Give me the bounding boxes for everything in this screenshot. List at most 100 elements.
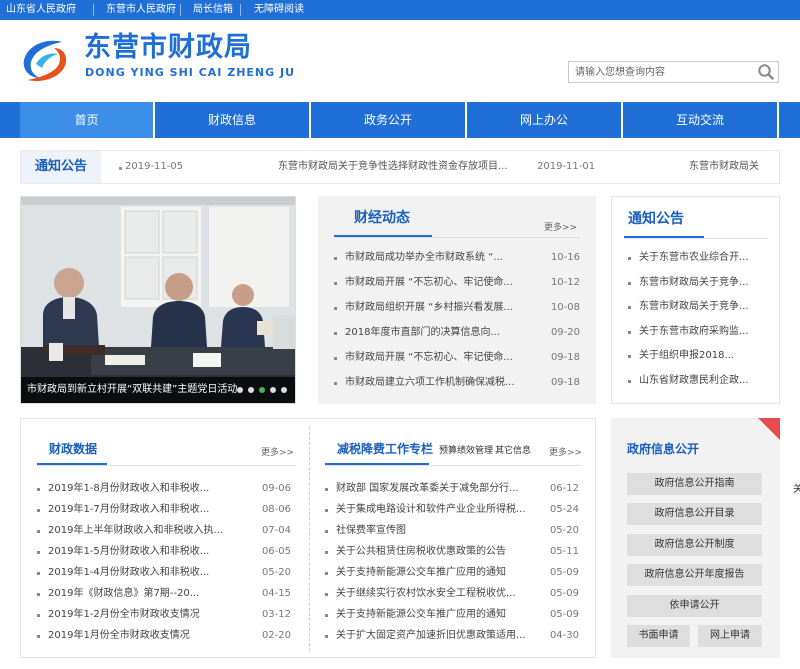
list-item[interactable]: 社保费率宣传图 05-20: [325, 521, 579, 541]
list-item-title[interactable]: 市财政局组织开展 “乡村振兴看发展...: [345, 298, 513, 318]
list-item-title[interactable]: 关于公共租赁住房税收优惠政策的公告: [336, 542, 506, 562]
tab-other-info[interactable]: 其它信息: [495, 445, 531, 457]
gov-info-system-button[interactable]: 政府信息公开制度: [627, 534, 762, 556]
tax-column-title[interactable]: 减税降费工作专栏: [337, 440, 433, 458]
finance-data-title[interactable]: 财政数据: [49, 440, 97, 458]
more-link[interactable]: 更多>>: [544, 222, 577, 234]
link-accessibility[interactable]: 无障碍阅读: [254, 3, 304, 17]
link-director-mailbox[interactable]: 局长信箱: [193, 3, 233, 17]
list-item-title[interactable]: 市财政局建立六项工作机制确保减税...: [345, 373, 515, 393]
ticker-item-link[interactable]: 东营市财政局关: [689, 160, 759, 174]
list-item[interactable]: 关于公共租赁住房税收优惠政策的公告 05-11: [325, 542, 579, 562]
list-item[interactable]: 2018年度市直部门的决算信息向... 09-20: [334, 323, 580, 343]
list-item[interactable]: 山东省财政惠民利企政...: [628, 371, 768, 391]
list-item-title[interactable]: 东营市财政局关于竞争...: [639, 273, 749, 293]
nav-item-finance-info[interactable]: 财政信息: [155, 102, 309, 138]
list-item-title[interactable]: 2019年1-8月份财政收入和非税收...: [48, 479, 209, 499]
gov-info-title[interactable]: 政府信息公开: [627, 440, 699, 458]
list-item[interactable]: 关于支持新能源公交车推广应用的通知 05-09: [325, 605, 579, 625]
list-item-title[interactable]: 社保费率宣传图: [336, 521, 406, 541]
list-item[interactable]: 2019年1月份全市财政收支情况 02-20: [37, 626, 291, 646]
bullet-icon: [334, 282, 337, 285]
list-item-title[interactable]: 2019年1-4月份财政收入和非税收...: [48, 563, 209, 583]
list-item-title[interactable]: 2019年1-2月份全市财政收支情况: [48, 605, 200, 625]
list-item-title[interactable]: 2019年《财政信息》第7期--20...: [48, 584, 199, 604]
gov-info-annual-report-button[interactable]: 政府信息公开年度报告: [627, 564, 762, 586]
list-item-title[interactable]: 东营市财政局关于竞争...: [639, 297, 749, 317]
list-item[interactable]: 关于继续实行农村饮水安全工程税收优... 05-09: [325, 584, 579, 604]
search-icon[interactable]: [756, 63, 776, 81]
list-item-title[interactable]: 2019年1-7月份财政收入和非税收...: [48, 500, 209, 520]
ticker-item-link[interactable]: 东营市财政局关于竞争性选择财政性资金存放项目...: [278, 160, 508, 174]
list-item-title[interactable]: 关于扩大固定资产加速折旧优惠政策适用...: [336, 626, 526, 646]
list-item-title[interactable]: 山东省财政惠民利企政...: [639, 371, 749, 391]
search-input[interactable]: [569, 62, 753, 82]
list-item-title[interactable]: 2019年上半年财政收入和非税收入执...: [48, 521, 223, 541]
list-item[interactable]: 2019年《财政信息》第7期--20... 04-15: [37, 584, 291, 604]
news-photo-carousel[interactable]: 市财政局到新立村开展“双联共建”主题党日活动: [20, 196, 296, 404]
more-link[interactable]: 更多>>: [261, 447, 294, 459]
list-item-title[interactable]: 关于组织申报2018...: [639, 346, 734, 366]
list-item[interactable]: 东营市财政局关于竞争...: [628, 273, 768, 293]
nav-item-home[interactable]: 首页: [20, 102, 153, 138]
apply-disclosure-button[interactable]: 依申请公开: [627, 595, 762, 617]
list-item[interactable]: 市财政局成功举办全市财政系统 “... 10-16: [334, 248, 580, 268]
list-item-title[interactable]: 关于东营市政府采购监...: [639, 322, 749, 342]
link-dongying-gov[interactable]: 东营市人民政府: [106, 3, 176, 17]
list-item-title[interactable]: 市财政局成功举办全市财政系统 “...: [345, 248, 503, 268]
list-item[interactable]: 2019年1-4月份财政收入和非税收... 05-20: [37, 563, 291, 583]
slide-dot[interactable]: [237, 387, 243, 393]
list-item-title[interactable]: 2019年1-5月份财政收入和非税收...: [48, 542, 209, 562]
more-link[interactable]: 更多>>: [549, 447, 582, 459]
nav-item-government-affairs[interactable]: 政务公开: [311, 102, 465, 138]
list-item-title[interactable]: 关于继续实行农村饮水安全工程税收优...: [336, 584, 516, 604]
list-item[interactable]: 财政部 国家发展改革委关于减免部分行... 06-12: [325, 479, 579, 499]
nav-item-interaction[interactable]: 互动交流: [623, 102, 777, 138]
nav-item-online-office[interactable]: 网上办公: [467, 102, 621, 138]
list-item[interactable]: 2019年上半年财政收入和非税收入执... 07-04: [37, 521, 291, 541]
slide-dot-active[interactable]: [259, 387, 265, 393]
list-item[interactable]: 市财政局开展 “不忘初心、牢记使命... 10-12: [334, 273, 580, 293]
link-shandong-gov[interactable]: 山东省人民政府: [6, 3, 76, 17]
list-item[interactable]: 关于扩大固定资产加速折旧优惠政策适用... 04-30: [325, 626, 579, 646]
list-item-title[interactable]: 关于东营市农业综合开...: [639, 248, 749, 268]
bullet-icon: [37, 593, 40, 596]
list-item[interactable]: 关于东营市农业综合开...: [628, 248, 768, 268]
bureau-logo-icon[interactable]: [18, 36, 70, 84]
list-item-title[interactable]: 关于支持新能源公交车推广应用的通知: [336, 563, 506, 583]
list-item-date: 05-11: [549, 546, 579, 557]
meeting-photo[interactable]: [21, 197, 296, 404]
notice-panel-title[interactable]: 通知公告: [628, 210, 684, 228]
list-item-title[interactable]: 关于集成电路设计和软件产业企业所得税...: [336, 500, 526, 520]
tab-budget-performance[interactable]: 预算绩效管理: [439, 445, 493, 457]
list-item[interactable]: 市财政局组织开展 “乡村振兴看发展... 10-08: [334, 298, 580, 318]
slide-dot[interactable]: [281, 387, 287, 393]
list-item[interactable]: 关于组织申报2018...: [628, 346, 768, 366]
list-item[interactable]: 2019年1-5月份财政收入和非税收... 06-05: [37, 542, 291, 562]
list-item[interactable]: 关于集成电路设计和软件产业企业所得税... 05-24: [325, 500, 579, 520]
slide-dot[interactable]: [270, 387, 276, 393]
list-item[interactable]: 2019年1-7月份财政收入和非税收... 08-06: [37, 500, 291, 520]
slide-dot[interactable]: [248, 387, 254, 393]
site-title[interactable]: 东营市财政局: [84, 31, 252, 65]
list-item[interactable]: 关于支持新能源公交车推广应用的通知 05-09: [325, 563, 579, 583]
list-item-title[interactable]: 2018年度市直部门的决算信息向...: [345, 323, 500, 343]
list-item-title[interactable]: 市财政局开展 “不忘初心、牢记使命...: [345, 348, 513, 368]
photo-caption[interactable]: 市财政局到新立村开展“双联共建”主题党日活动: [27, 383, 237, 397]
floating-sidebar-text[interactable]: 关: [793, 484, 800, 496]
list-item[interactable]: 市财政局开展 “不忘初心、牢记使命... 09-18: [334, 348, 580, 368]
list-item[interactable]: 市财政局建立六项工作机制确保减税... 09-18: [334, 373, 580, 393]
list-item[interactable]: 关于东营市政府采购监...: [628, 322, 768, 342]
finance-news-title[interactable]: 财经动态: [354, 209, 410, 227]
gov-info-guide-button[interactable]: 政府信息公开指南: [627, 473, 762, 495]
list-item[interactable]: 东营市财政局关于竞争...: [628, 297, 768, 317]
online-application-button[interactable]: 网上申请: [698, 625, 762, 647]
list-item-title[interactable]: 财政部 国家发展改革委关于减免部分行...: [336, 479, 519, 499]
list-item-title[interactable]: 2019年1月份全市财政收支情况: [48, 626, 190, 646]
list-item[interactable]: 2019年1-2月份全市财政收支情况 03-12: [37, 605, 291, 625]
list-item-title[interactable]: 市财政局开展 “不忘初心、牢记使命...: [345, 273, 513, 293]
list-item-title[interactable]: 关于支持新能源公交车推广应用的通知: [336, 605, 506, 625]
gov-info-catalog-button[interactable]: 政府信息公开目录: [627, 503, 762, 525]
written-application-button[interactable]: 书面申请: [627, 625, 690, 647]
list-item[interactable]: 2019年1-8月份财政收入和非税收... 09-06: [37, 479, 291, 499]
